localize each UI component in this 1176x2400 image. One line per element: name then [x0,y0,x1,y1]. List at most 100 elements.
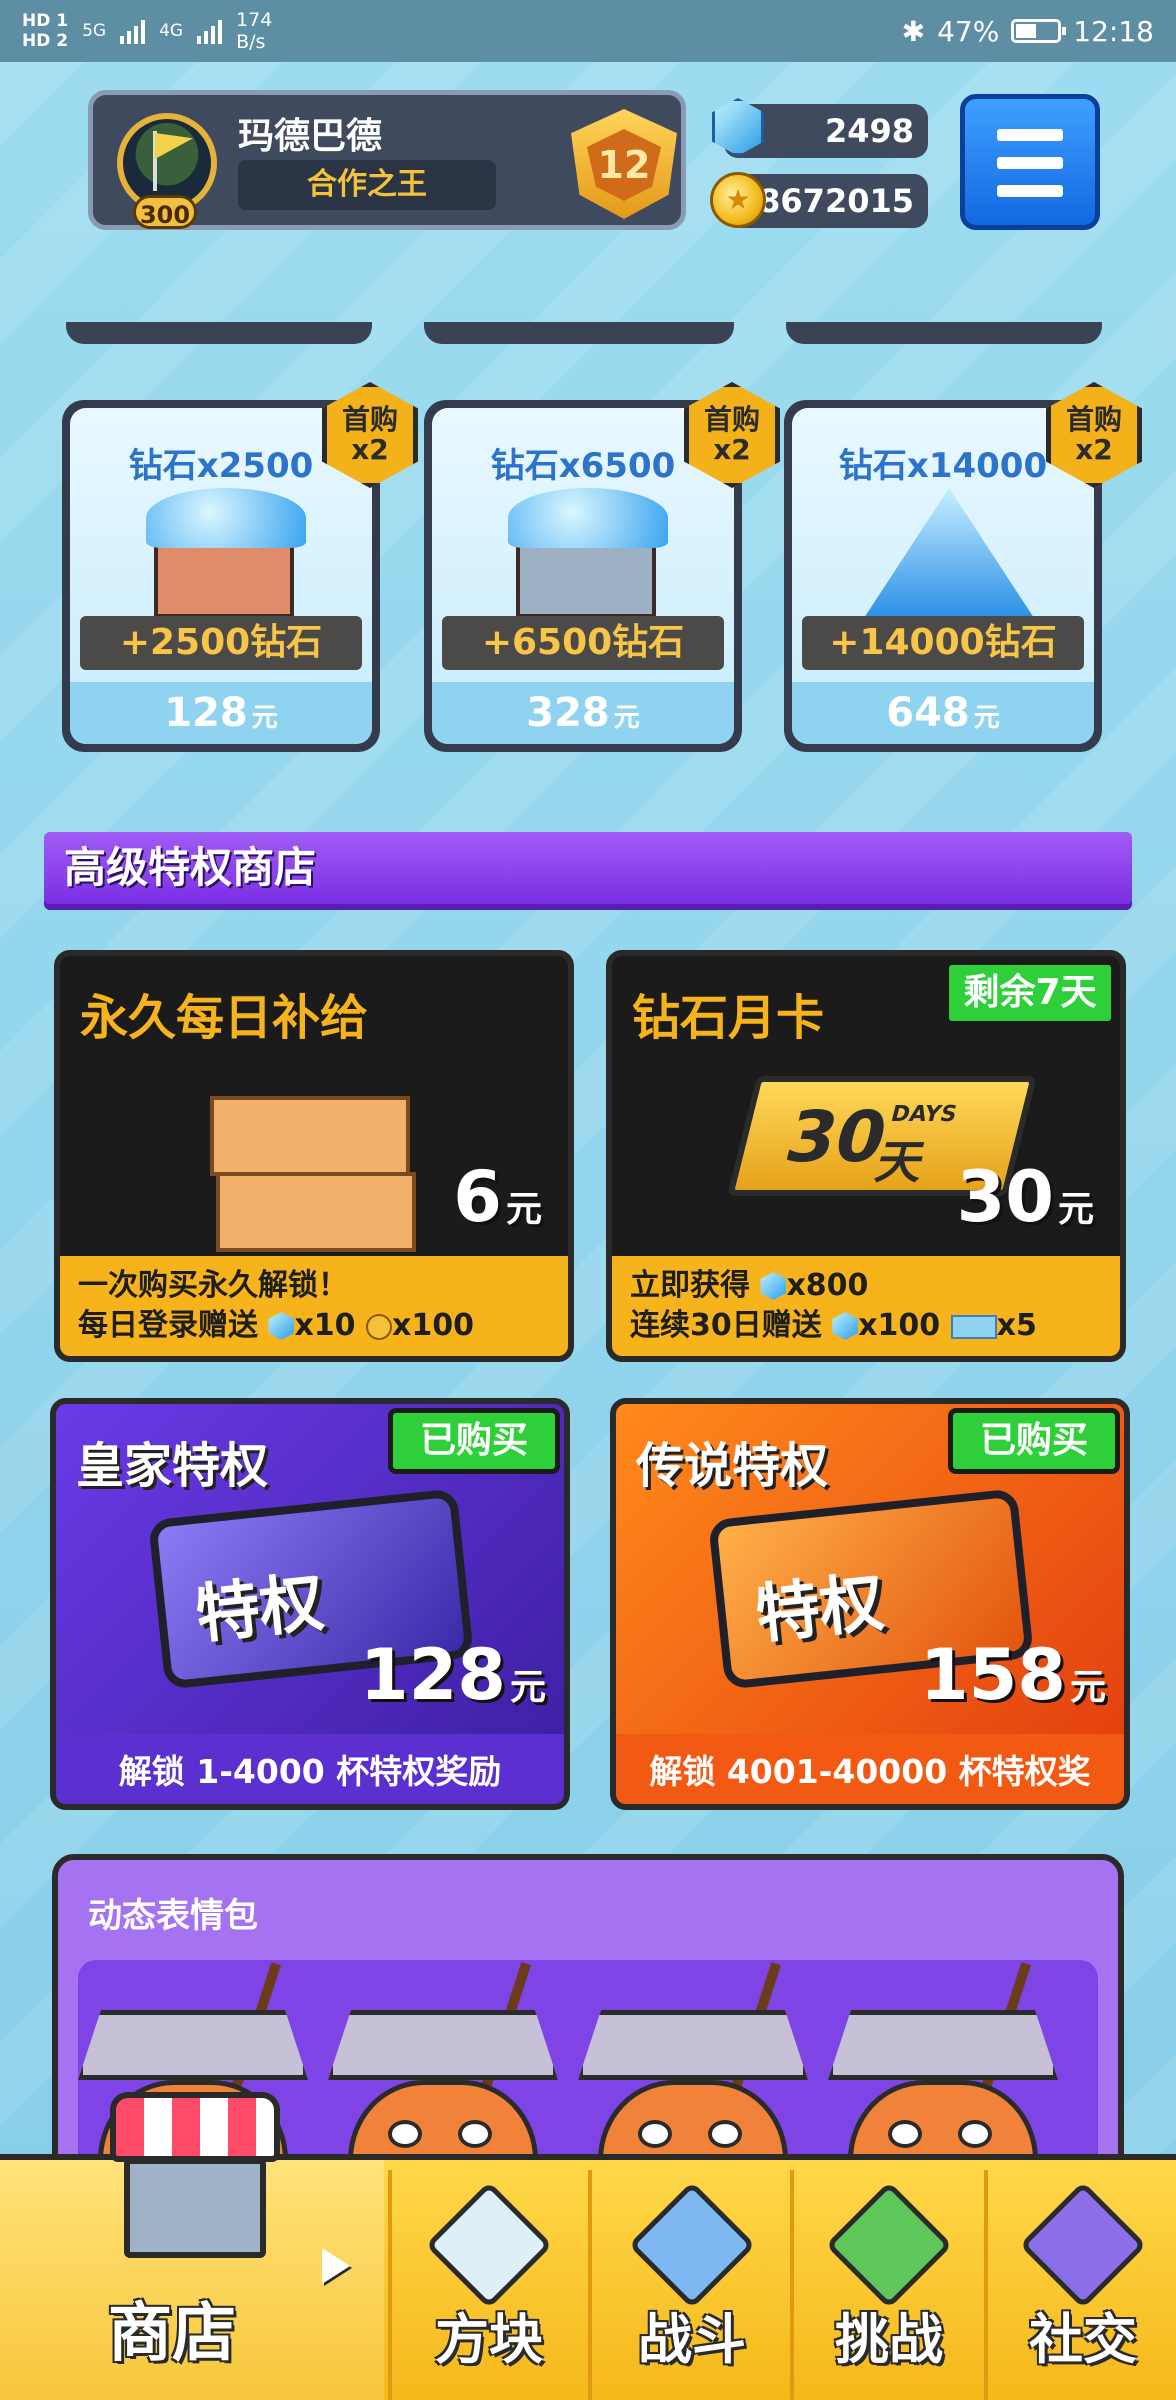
signal-icon [120,18,146,44]
badge-bottom-text: x2 [351,433,389,466]
nav-divider [790,2170,794,2400]
ticket-qty: x5 [996,1308,1037,1343]
price-value: 128 [359,1634,506,1716]
offer-title: 钻石月卡 [632,990,825,1046]
nav-label: 社交 [1029,2308,1137,2371]
player-level-badge: 300 [133,195,197,229]
price-unit: 元 [973,703,1000,733]
ticket-word: 特权 [192,1565,328,1653]
price-value: 6 [453,1156,502,1238]
pack-bonus: +2500钻石 [80,616,362,670]
arrow-right-icon [322,2248,350,2284]
diamond-monthly-card-offer[interactable]: 钻石月卡 剩余7天 30 DAYS 天 30 元 立即获得 x800 连续30日赠… [606,950,1126,1362]
nav-item-blocks[interactable]: 方块 [394,2160,584,2400]
gem-icon [832,1312,859,1340]
nav-label: 战斗 [638,2308,746,2371]
price-value: 30 [956,1156,1054,1238]
badge-days-en: DAYS [888,1102,960,1127]
ticket-word: 特权 [752,1565,888,1653]
nav-item-battle[interactable]: 战斗 [594,2160,790,2400]
nav-divider [984,2170,988,2400]
offer-title: 传说特权 [636,1438,829,1494]
pack-price[interactable]: 648 元 [792,682,1094,744]
previous-pack-stub [66,322,372,344]
nav-item-social[interactable]: 社交 [990,2160,1176,2400]
offer-title: 永久每日补给 [80,990,369,1046]
network-5g-label: 5G [82,21,107,41]
offer-description: 解锁 1-4000 杯特权奖励 [56,1734,564,1804]
gem-qty: x100 [858,1308,941,1343]
pack-bonus: +14000钻石 [802,616,1084,670]
price-unit: 元 [1069,1667,1106,1708]
sim1-label: HD 1 [22,11,69,31]
player-title: 合作之王 [238,160,496,210]
gem-icon [268,1312,295,1340]
line2-prefix: 连续30日赠送 [630,1308,822,1343]
price-unit: 元 [509,1667,546,1708]
description-line2: 连续30日赠送 x100 x5 [630,1306,1102,1346]
offer-price: 30 元 [957,1156,1094,1238]
sim-indicator: HD 1 HD 2 [22,11,68,51]
gem-crate-icon [496,488,676,618]
price-value: 648 [886,690,970,736]
battery-percent: 47% [937,14,1000,48]
emoji-pack-label: 动态表情包 [88,1896,258,1936]
price-value: 328 [526,690,610,736]
social-icon [1019,2181,1147,2309]
section-title: 高级特权商店 [64,843,317,892]
gem-crate-icon [134,488,314,618]
hamburger-icon [997,129,1063,141]
legend-privilege-offer[interactable]: 传说特权 已购买 特权 158元 解锁 4001-40000 杯特权奖励 [610,1398,1130,1810]
player-profile-card[interactable]: 300 玛德巴德 合作之王 12 [88,90,686,230]
gem-icon [760,1272,787,1300]
net-speed: 174 B/s [236,9,272,53]
offer-description: 一次购买永久解锁！ 每日登录赠送 x10 x100 [60,1256,568,1356]
badge-top-text: 首购 [703,403,760,436]
sim2-label: HD 2 [22,31,69,51]
nav-divider [388,2170,392,2400]
bluetooth-icon: ✱ [901,14,926,48]
badge-top-text: 首购 [341,403,398,436]
price-unit: 元 [251,703,278,733]
nav-divider [588,2170,592,2400]
offer-price: 158 元 [920,1634,1106,1716]
challenge-icon [825,2181,953,2309]
nav-item-challenge[interactable]: 挑战 [796,2160,982,2400]
badge-bottom-text: x2 [1075,433,1113,466]
flag-icon [155,133,193,159]
price-unit: 元 [1057,1189,1094,1230]
pack-price[interactable]: 128 元 [70,682,372,744]
price-value: 128 [164,690,248,736]
net-speed-unit: B/s [236,31,266,53]
menu-button[interactable] [960,94,1100,230]
net-speed-value: 174 [236,9,273,31]
purchased-tag: 已购买 [388,1408,560,1474]
player-name: 玛德巴德 [238,116,383,157]
description-line2: 每日登录赠送 x10 x100 [78,1306,550,1346]
coin-icon [710,172,766,228]
coin-qty: x100 [392,1308,474,1343]
badge-top-text: 首购 [1065,403,1122,436]
offer-price: 128 元 [360,1634,546,1716]
nav-label: 挑战 [835,2308,943,2371]
previous-pack-stub [786,322,1102,344]
gem-balance-value: 2498 [824,112,914,150]
coin-icon [366,1314,393,1340]
offer-price: 6元 [453,1156,542,1238]
nav-item-shop[interactable]: 商店 [0,2092,384,2400]
pack-price[interactable]: 328 元 [432,682,734,744]
shop-icon [110,2092,280,2272]
badge-bottom-text: x2 [713,433,751,466]
offer-title: 皇家特权 [76,1438,269,1494]
crate-icon [210,1076,420,1252]
nav-label: 方块 [435,2308,543,2371]
daily-supply-offer[interactable]: 永久每日补给 6元 一次购买永久解锁！ 每日登录赠送 x10 x100 [54,950,574,1362]
nav-label: 商店 [108,2297,236,2371]
line2-prefix: 每日登录赠送 [78,1308,258,1343]
battle-icon [628,2181,756,2309]
royal-privilege-offer[interactable]: 皇家特权 已购买 特权 128 元 解锁 1-4000 杯特权奖励 [50,1398,570,1810]
block-icon [425,2181,553,2309]
gem-qty: x10 [294,1308,356,1343]
ticket-icon [950,1315,997,1339]
remaining-days-tag: 剩余7天 [944,960,1116,1026]
